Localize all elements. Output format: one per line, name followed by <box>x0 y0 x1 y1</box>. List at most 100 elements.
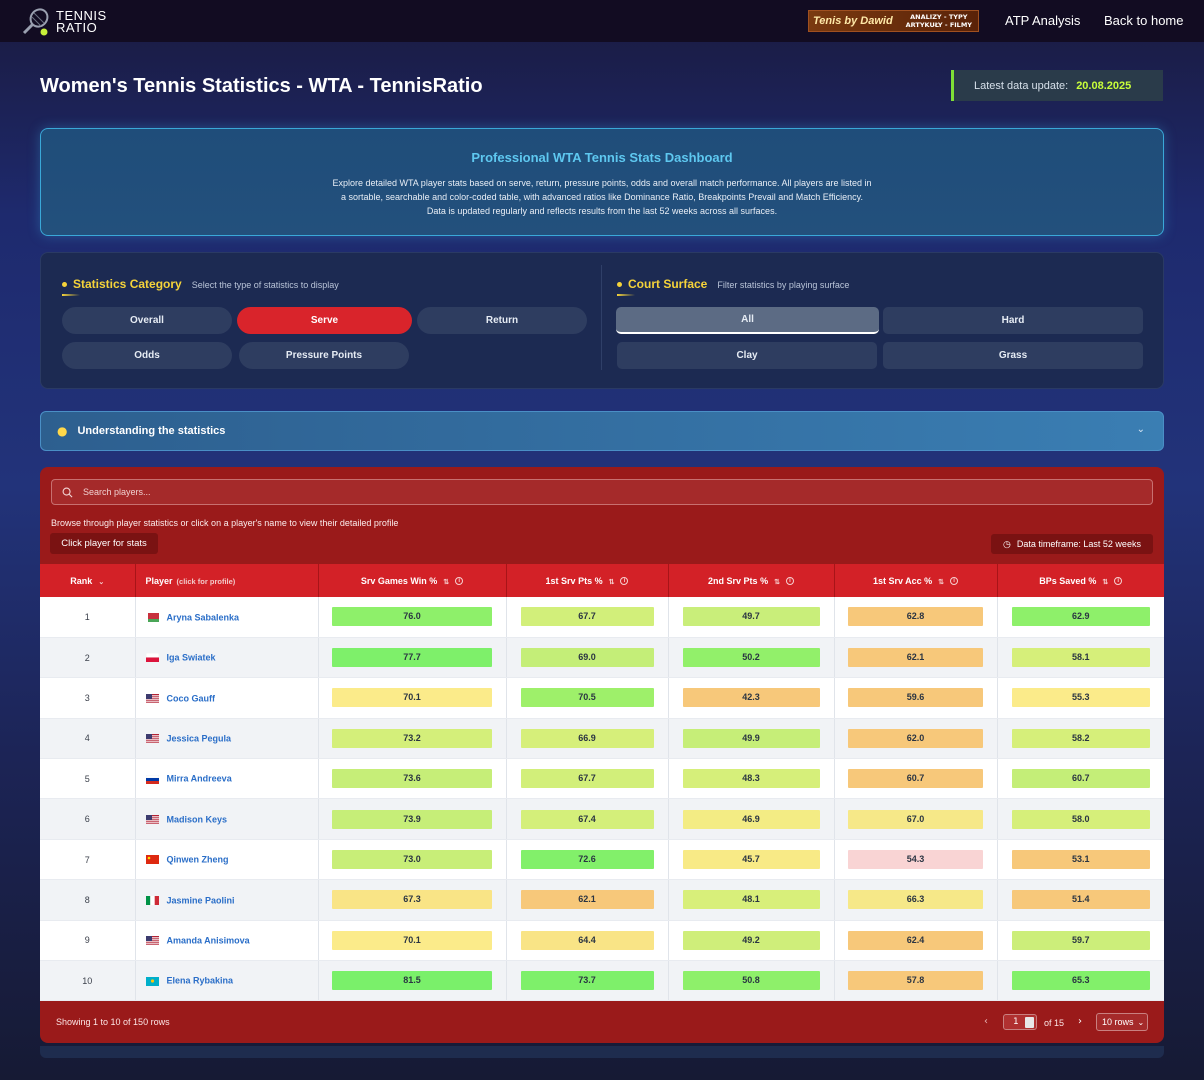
logo[interactable]: TENNIS RATIO <box>20 7 107 37</box>
col-1st-srv-pts-header[interactable]: 1st Srv Pts % ⇅ i <box>506 564 669 597</box>
col-srv-games-header[interactable]: Srv Games Win % ⇅ i <box>318 564 507 597</box>
col-2nd-srv-pts-header[interactable]: 2nd Srv Pts % ⇅ i <box>668 564 835 597</box>
player-name-link[interactable]: Qinwen Zheng <box>167 855 229 865</box>
category-title: Statistics Category <box>73 277 182 291</box>
stat-value: 60.7 <box>848 769 983 789</box>
col-1st-srv-acc-header[interactable]: 1st Srv Acc % ⇅ i <box>834 564 998 597</box>
click-player-button[interactable]: Click player for stats <box>50 533 158 554</box>
table-row[interactable]: 3 Coco Gauff 70.1 70.5 42.3 59.6 55.3 <box>40 677 1164 719</box>
category-pressure-points-button[interactable]: Pressure Points <box>239 342 409 369</box>
player-name-link[interactable]: Aryna Sabalenka <box>167 612 240 622</box>
info-icon[interactable]: i <box>455 577 464 586</box>
browse-hint: Browse through player statistics or clic… <box>51 518 399 528</box>
stat-cell: 49.2 <box>668 920 835 962</box>
surface-clay-button[interactable]: Clay <box>617 342 877 369</box>
stat-cell: 60.7 <box>997 758 1164 800</box>
spinner-icon[interactable] <box>1025 1017 1034 1028</box>
info-icon[interactable]: i <box>785 577 794 586</box>
stat-cell: 62.9 <box>997 597 1164 638</box>
intro-text: Explore detailed WTA player stats based … <box>332 178 872 216</box>
surface-hard-button[interactable]: Hard <box>883 307 1143 334</box>
stat-value: 48.1 <box>682 890 820 910</box>
rows-per-page-select[interactable]: 10 rows ⌄ <box>1096 1013 1148 1031</box>
next-page-icon[interactable]: › <box>1078 1016 1082 1027</box>
stat-value: 51.4 <box>1011 890 1150 910</box>
surface-all-button[interactable]: All <box>616 307 879 334</box>
stat-cell: 57.8 <box>834 960 998 1002</box>
table-row[interactable]: 5 Mirra Andreeva 73.6 67.7 48.3 60.7 60.7 <box>40 758 1164 800</box>
stat-value: 65.3 <box>1011 971 1150 991</box>
col-rank-header[interactable]: Rank ⌄ <box>40 564 136 597</box>
surface-subtitle: Filter statistics by playing surface <box>717 280 850 290</box>
stat-value: 70.1 <box>332 930 492 950</box>
stat-value: 70.5 <box>520 688 654 708</box>
stat-cell: 69.0 <box>506 637 669 679</box>
table-row[interactable]: 1 Aryna Sabalenka 76.0 67.7 49.7 62.8 62.9 <box>40 597 1164 638</box>
stat-cell: 64.4 <box>506 920 669 962</box>
table-row[interactable]: 10 Elena Rybakina 81.5 73.7 50.8 57.8 65.3 <box>40 960 1164 1002</box>
player-name-link[interactable]: Mirra Andreeva <box>167 774 232 784</box>
stat-cell: 62.8 <box>834 597 998 638</box>
stat-cell: 62.1 <box>834 637 998 679</box>
col-rank-label: Rank <box>70 575 93 586</box>
stat-cell: 46.9 <box>668 798 835 840</box>
category-return-button[interactable]: Return <box>417 307 587 334</box>
stat-value: 42.3 <box>682 688 820 708</box>
table-row[interactable]: 7 Qinwen Zheng 73.0 72.6 45.7 54.3 53.1 <box>40 839 1164 881</box>
table-row[interactable]: 4 Jessica Pegula 73.2 66.9 49.9 62.0 58.2 <box>40 718 1164 760</box>
table-row[interactable]: 8 Jasmine Paolini 67.3 62.1 48.1 66.3 51.4 <box>40 879 1164 921</box>
stat-value: 49.9 <box>682 728 820 748</box>
stat-value: 76.0 <box>332 607 492 627</box>
table-row[interactable]: 6 Madison Keys 73.9 67.4 46.9 67.0 58.0 <box>40 798 1164 840</box>
player-cell: Madison Keys <box>135 798 319 840</box>
stat-cell: 59.7 <box>997 920 1164 962</box>
category-odds-button[interactable]: Odds <box>62 342 232 369</box>
page-number-input[interactable]: 1 <box>1003 1014 1037 1030</box>
stat-value: 67.0 <box>848 809 983 829</box>
player-name-link[interactable]: Elena Rybakina <box>167 976 234 986</box>
nav-link-home[interactable]: Back to home <box>1104 13 1184 28</box>
category-serve-button[interactable]: Serve <box>237 307 412 334</box>
category-overall-button[interactable]: Overall <box>62 307 232 334</box>
stat-value: 50.2 <box>682 648 820 668</box>
stat-cell: 45.7 <box>668 839 835 881</box>
category-header: Statistics Category Select the type of s… <box>62 277 339 293</box>
table-row[interactable]: 2 Iga Swiatek 77.7 69.0 50.2 62.1 58.1 <box>40 637 1164 679</box>
col-1st-srv-acc-label: 1st Srv Acc % <box>872 575 933 586</box>
info-icon[interactable]: i <box>1114 577 1123 586</box>
stat-value: 66.9 <box>520 728 654 748</box>
player-name-link[interactable]: Jessica Pegula <box>167 734 232 744</box>
stat-cell: 67.4 <box>506 798 669 840</box>
col-bps-saved-header[interactable]: BPs Saved % ⇅ i <box>997 564 1164 597</box>
stats-table-card: Browse through player statistics or clic… <box>40 467 1164 1043</box>
stats-explainer-accordion[interactable]: ● Understanding the statistics ⌄ <box>40 411 1164 451</box>
flag-icon <box>145 733 167 744</box>
surface-title: Court Surface <box>628 277 708 291</box>
bottom-panel-edge <box>40 1046 1164 1058</box>
table-row[interactable]: 9 Amanda Anisimova 70.1 64.4 49.2 62.4 59.7 <box>40 920 1164 962</box>
info-icon[interactable]: i <box>950 577 959 586</box>
stat-cell: 62.1 <box>506 879 669 921</box>
col-player-header[interactable]: Player (click for profile) <box>135 564 319 597</box>
player-name-link[interactable]: Iga Swiatek <box>167 653 216 663</box>
col-bps-saved-label: BPs Saved % <box>1039 575 1097 586</box>
clock-icon: ◷ <box>1003 538 1011 549</box>
stat-cell: 73.2 <box>318 718 507 760</box>
search-input[interactable] <box>83 487 983 497</box>
info-icon[interactable]: i <box>620 577 629 586</box>
player-name-link[interactable]: Jasmine Paolini <box>167 895 235 905</box>
prev-page-icon[interactable]: ‹ <box>984 1016 988 1027</box>
nav-link-atp[interactable]: ATP Analysis <box>1005 13 1080 28</box>
player-name-link[interactable]: Amanda Anisimova <box>167 936 250 946</box>
player-name-link[interactable]: Coco Gauff <box>167 693 216 703</box>
surface-grass-button[interactable]: Grass <box>883 342 1143 369</box>
stat-value: 49.7 <box>682 607 820 627</box>
player-name-link[interactable]: Madison Keys <box>167 814 228 824</box>
stat-cell: 67.7 <box>506 597 669 638</box>
stat-value: 57.8 <box>848 971 983 991</box>
flag-icon <box>145 935 167 946</box>
stat-value: 67.4 <box>520 809 654 829</box>
promo-sub-line1: ANALIZY - TYPY <box>910 13 968 21</box>
stat-value: 60.7 <box>1011 769 1150 789</box>
promo-banner[interactable]: Tenis by Dawid ANALIZY - TYPY ARTYKUŁY -… <box>808 10 979 32</box>
